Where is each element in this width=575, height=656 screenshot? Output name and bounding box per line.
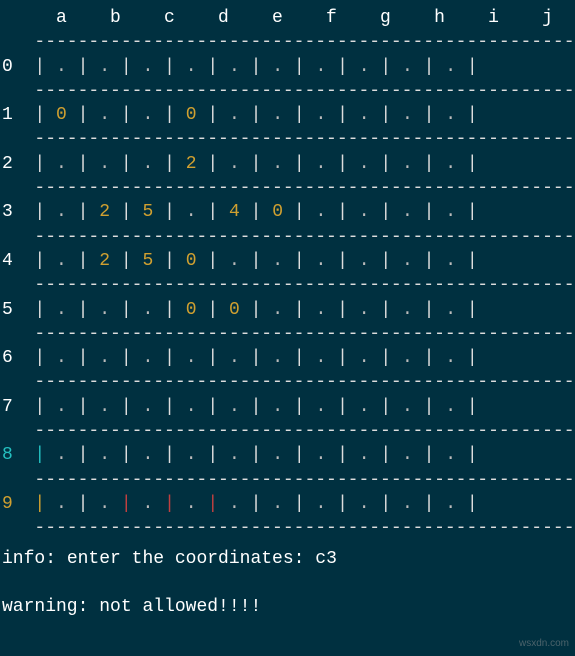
warning-text: not allowed!!!! [99,597,261,617]
info-label: info: [2,549,56,569]
game-grid: a b c d e f g h i j --------------------… [0,0,575,541]
watermark: wsxdn.com [519,637,569,651]
warning-label: warning: [2,597,88,617]
info-text: enter the coordinates: [67,549,305,569]
coordinate-input[interactable]: c3 [315,549,337,569]
